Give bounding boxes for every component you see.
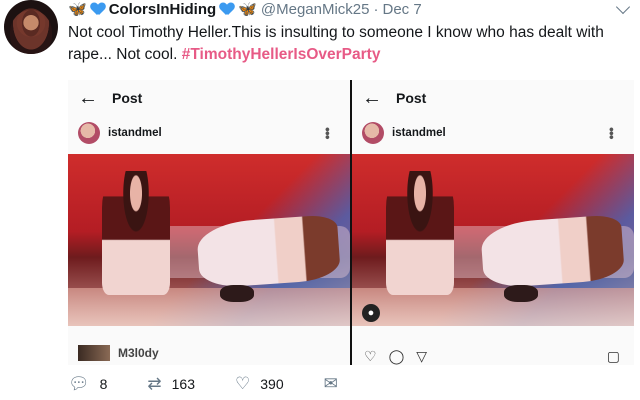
blue-heart-icon — [91, 3, 105, 16]
retweet-count: 163 — [171, 376, 195, 392]
attached-screenshot-left[interactable]: ← Post istandmel ••• M3l0dy — [68, 80, 350, 365]
profile-avatar[interactable] — [4, 0, 58, 54]
avatar — [78, 122, 100, 144]
reply-count: 8 — [99, 376, 108, 392]
display-name[interactable]: ColorsInHiding — [109, 1, 217, 18]
separator: · — [373, 0, 379, 18]
reply-button[interactable]: 💬︎ 8 — [68, 374, 107, 394]
tweet-actions: 💬︎ 8 ⇄ 163 ♡ 390 ✉ — [68, 374, 338, 394]
retweet-button[interactable]: ⇄ 163 — [147, 374, 195, 394]
envelope-icon: ✉ — [323, 374, 338, 393]
back-arrow-icon[interactable]: ← — [78, 87, 104, 110]
post-title: Post — [396, 90, 427, 106]
heart-outline-icon: ♡ — [364, 347, 377, 364]
comment-row: M3l0dy — [68, 344, 159, 362]
tweet-header: 🦋 ColorsInHiding 🦋 @MeganMick25 · Dec 7 — [68, 0, 422, 19]
post-user-row: istandmel ••• — [68, 120, 350, 146]
attached-screenshot-right[interactable]: ← Post istandmel ••• ● ♡ ◯ ▽ ▢ — [350, 80, 634, 365]
retweet-icon: ⇄ — [147, 374, 162, 393]
heart-icon: ♡ — [235, 374, 251, 393]
post-header: ← Post — [352, 80, 634, 116]
user-handle[interactable]: @MeganMick25 — [261, 1, 370, 18]
back-arrow-icon[interactable]: ← — [362, 87, 388, 110]
butterfly-icon: 🦋 — [68, 1, 87, 18]
like-count: 390 — [260, 376, 284, 392]
commenter-avatar — [78, 345, 110, 361]
tweet-text: Not cool Timothy Heller.This is insultin… — [68, 22, 628, 66]
share-icon: ▽ — [416, 347, 428, 364]
like-button[interactable]: ♡ 390 — [235, 374, 284, 394]
more-dots-icon: ••• — [604, 127, 620, 139]
commenter-name: M3l0dy — [118, 346, 159, 360]
post-photo: ● — [352, 154, 634, 326]
hashtag-link[interactable]: #TimothyHellerIsOverParty — [182, 46, 381, 63]
post-header: ← Post — [68, 80, 350, 116]
bookmark-icon: ▢ — [606, 347, 620, 364]
comment-icon: ◯ — [388, 347, 405, 364]
reply-icon: 💬︎ — [68, 374, 90, 393]
tweet-date[interactable]: Dec 7 — [382, 1, 421, 18]
post-username: istandmel — [108, 127, 162, 139]
post-actions: ♡ ◯ ▽ ▢ — [352, 348, 634, 364]
post-username: istandmel — [392, 127, 446, 139]
post-photo — [68, 154, 350, 326]
avatar — [362, 122, 384, 144]
post-title: Post — [112, 90, 143, 106]
chevron-down-icon[interactable] — [615, 0, 631, 15]
more-dots-icon: ••• — [320, 127, 336, 139]
butterfly-icon: 🦋 — [238, 1, 257, 18]
direct-message-button[interactable]: ✉ — [324, 374, 338, 394]
post-user-row: istandmel ••• — [352, 120, 634, 146]
user-tag-icon: ● — [362, 304, 380, 322]
blue-heart-icon — [220, 3, 234, 16]
